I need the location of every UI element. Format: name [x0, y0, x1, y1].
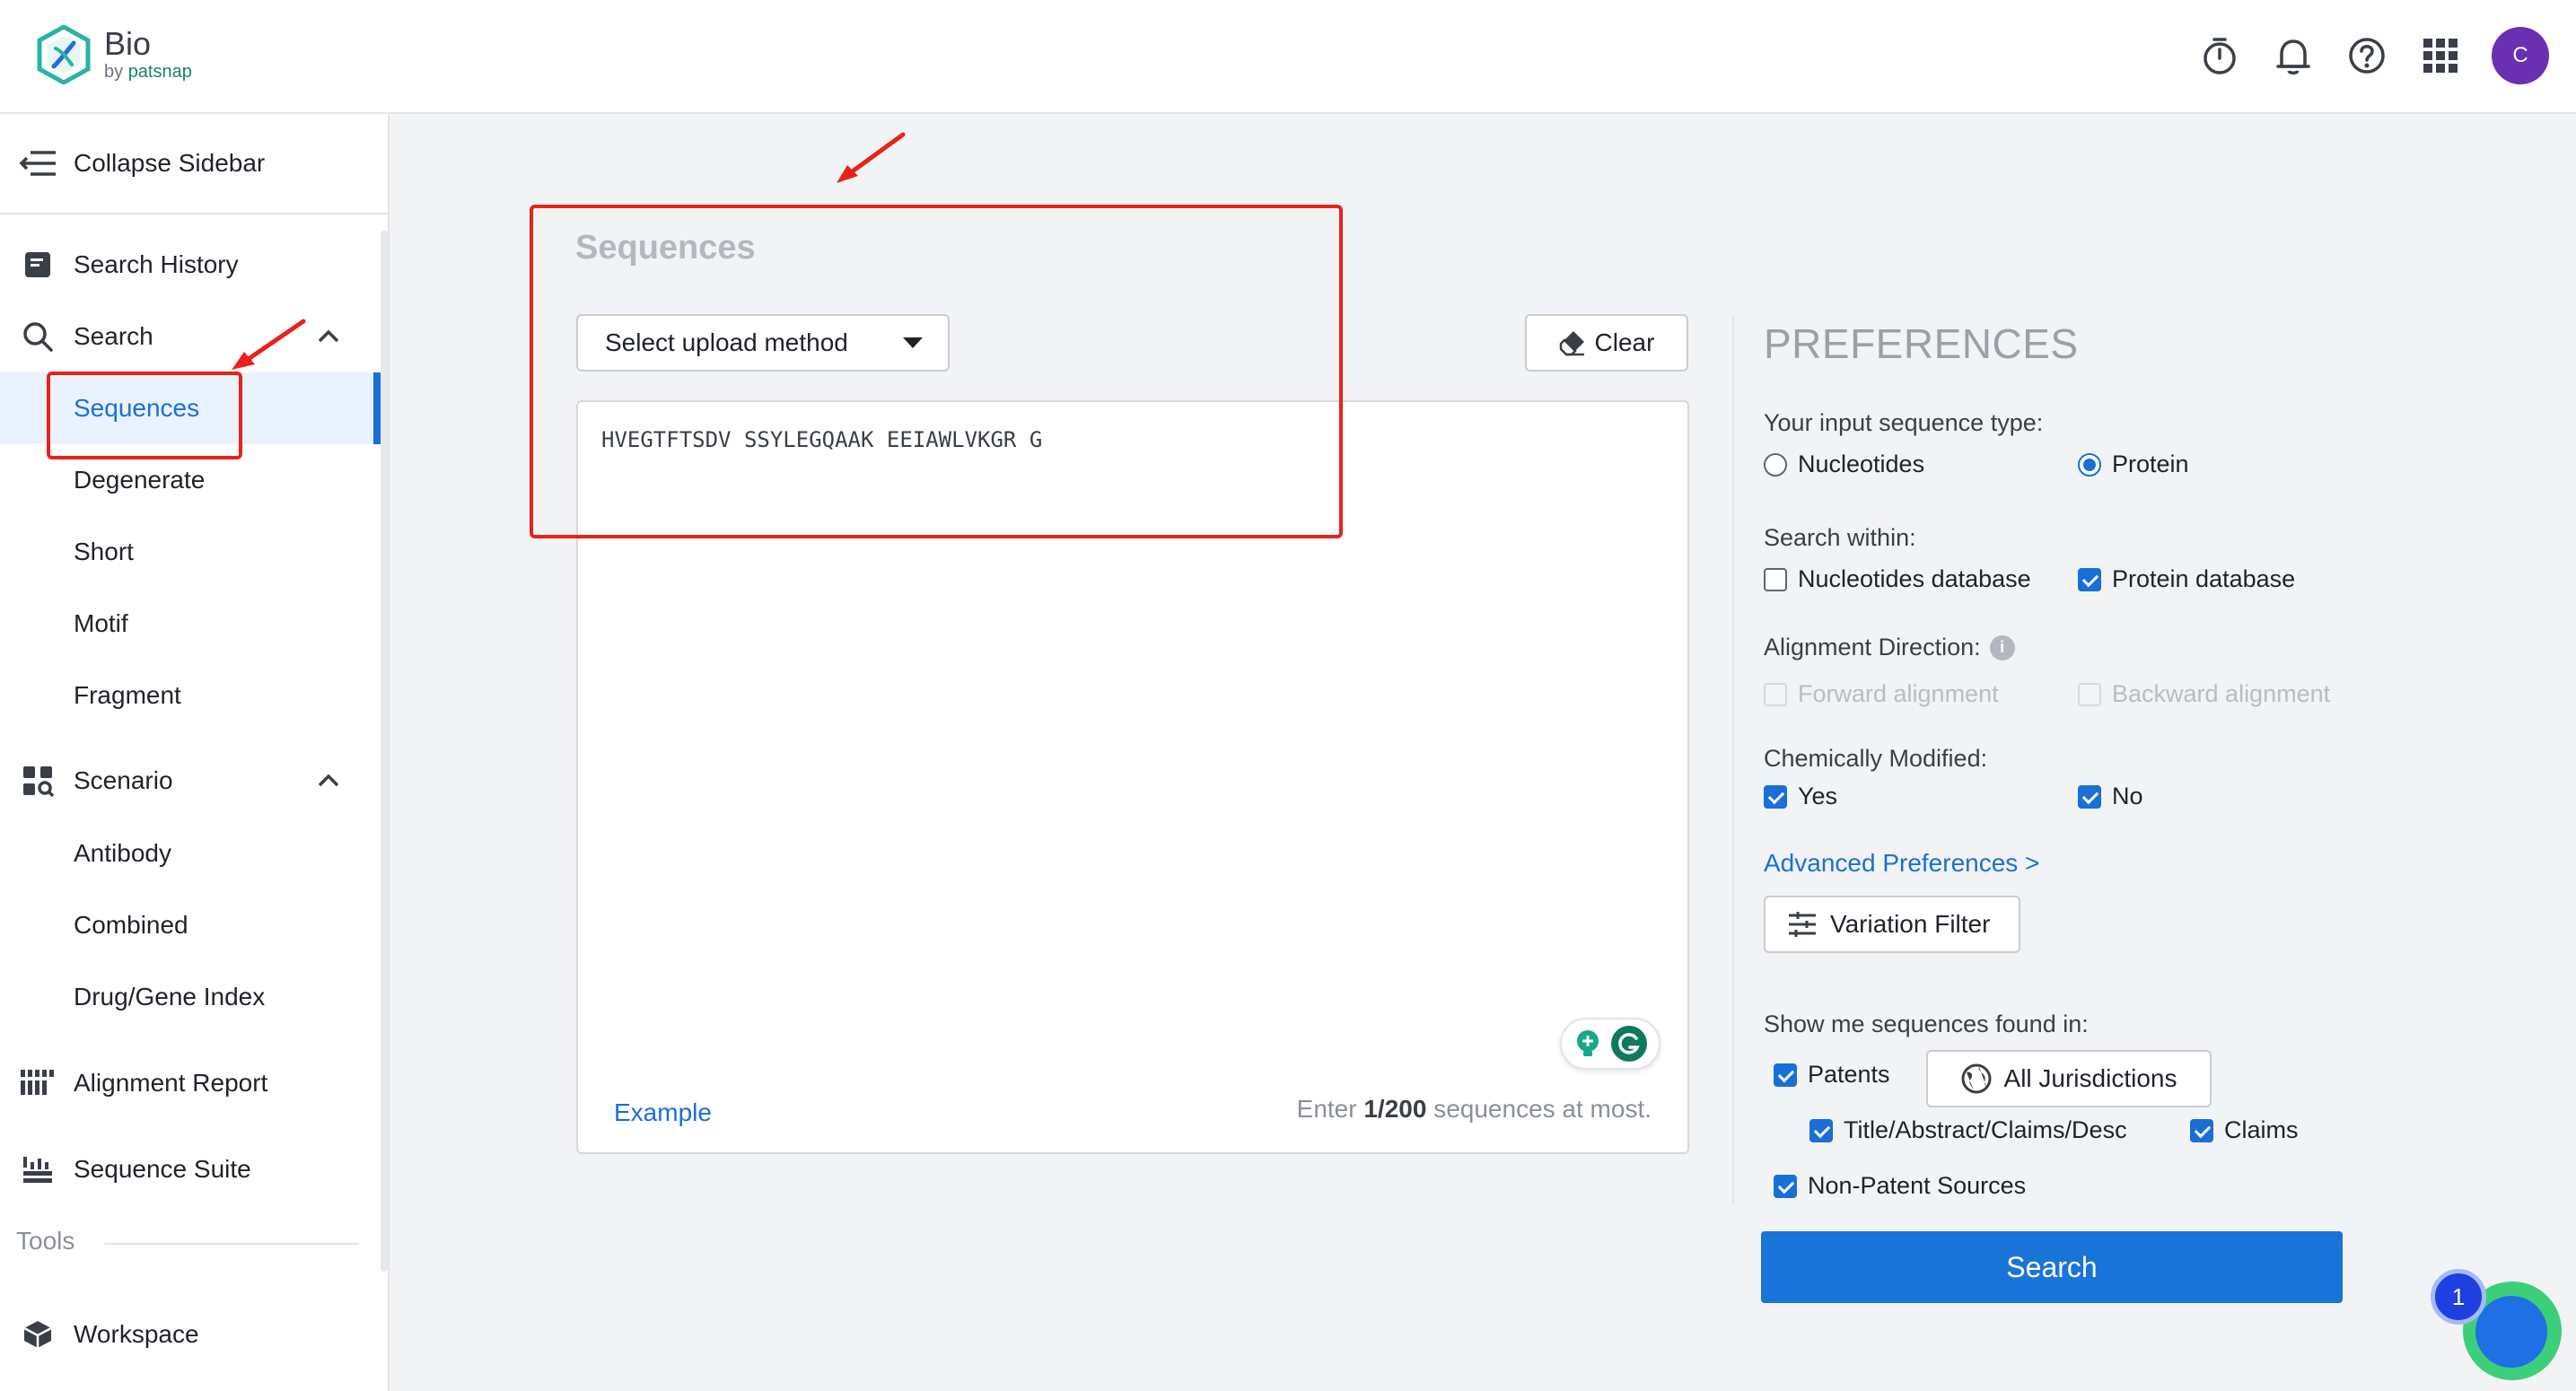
preferences-title: PREFERENCES [1764, 319, 2079, 368]
tools-section-label: Tools [16, 1227, 74, 1255]
workspace-cube-icon [18, 1315, 57, 1354]
annotation-arrow-icon [835, 131, 907, 185]
chevron-up-icon[interactable] [316, 324, 341, 349]
globe-icon [1961, 1063, 1992, 1094]
all-jurisdictions-button[interactable]: All Jurisdictions [1926, 1050, 2212, 1107]
chevron-up-icon[interactable] [316, 768, 341, 793]
sidebar-scrollbar[interactable] [381, 231, 388, 1272]
checkbox[interactable] [1774, 1063, 1797, 1087]
sidebar-item-workspace[interactable]: Workspace [0, 1299, 377, 1370]
lightbulb-icon [1572, 1028, 1604, 1060]
checkbox-backward-alignment: Backward alignment [2078, 680, 2330, 708]
checkbox[interactable] [1764, 568, 1787, 591]
notification-count-badge[interactable]: 1 [2431, 1269, 2486, 1325]
checkbox[interactable] [1764, 785, 1787, 809]
checkbox-protein-database[interactable]: Protein database [2078, 565, 2295, 593]
radio-button[interactable] [1764, 453, 1787, 477]
sidebar-item-sequence-suite[interactable]: Sequence Suite [0, 1133, 377, 1205]
clear-button[interactable]: Clear [1525, 314, 1688, 372]
scenario-grid-icon [18, 761, 57, 800]
advanced-preferences-link[interactable]: Advanced Preferences > [1764, 849, 2039, 878]
checkbox[interactable] [2190, 1119, 2213, 1142]
sidebar-item-label: Alignment Report [74, 1069, 267, 1098]
checkbox [2078, 683, 2101, 706]
sidebar-item-antibody[interactable]: Antibody [0, 818, 381, 889]
checkbox[interactable] [1774, 1175, 1797, 1198]
preferences-divider [1732, 316, 1734, 1204]
annotation-arrow-icon [230, 318, 307, 373]
radio-protein[interactable]: Protein [2078, 451, 2189, 478]
bell-icon[interactable] [2271, 33, 2316, 78]
sidebar-item-short[interactable]: Short [0, 516, 381, 588]
checkbox [1764, 683, 1787, 706]
sequence-suite-icon [18, 1150, 57, 1189]
sidebar-item-label: Workspace [74, 1320, 199, 1349]
eraser-icon [1559, 329, 1586, 356]
assistant-bubble-icon [2475, 1296, 2547, 1368]
sidebar: Collapse Sidebar Search History Search S… [0, 114, 390, 1391]
sidebar-item-alignment-report[interactable]: Alignment Report [0, 1047, 377, 1119]
collapse-sidebar-button[interactable]: Collapse Sidebar [0, 114, 388, 214]
jurisdictions-label: All Jurisdictions [2004, 1064, 2177, 1093]
history-book-icon [18, 245, 57, 284]
filter-sliders-icon [1787, 911, 1818, 938]
annotation-highlight-box [47, 372, 242, 459]
chemically-modified-label: Chemically Modified: [1764, 745, 1987, 773]
checkbox[interactable] [1809, 1119, 1833, 1142]
sidebar-item-scenario[interactable]: Scenario [0, 745, 377, 817]
apps-grid-icon[interactable] [2418, 33, 2463, 78]
collapse-icon [18, 149, 57, 178]
clear-label: Clear [1595, 328, 1655, 357]
user-avatar[interactable]: C [2492, 27, 2549, 84]
sidebar-item-fragment[interactable]: Fragment [0, 660, 381, 731]
bio-logo-icon [36, 25, 92, 84]
sidebar-item-combined[interactable]: Combined [0, 889, 381, 961]
checkbox-title-abstract-claims-desc[interactable]: Title/Abstract/Claims/Desc [1809, 1116, 2127, 1144]
grammarly-widget[interactable] [1560, 1018, 1660, 1070]
annotation-highlight-box [530, 205, 1343, 538]
checkbox-patents[interactable]: Patents [1774, 1061, 1890, 1089]
alignment-bars-icon [18, 1063, 57, 1103]
checkbox-nucleotides-database[interactable]: Nucleotides database [1764, 565, 2031, 593]
sidebar-item-label: Search History [74, 250, 239, 279]
radio-button[interactable] [2078, 453, 2101, 477]
sidebar-item-label: Search [74, 322, 153, 351]
variation-filter-label: Variation Filter [1830, 910, 1990, 939]
checkbox-chem-no[interactable]: No [2078, 783, 2143, 810]
checkbox-non-patent-sources[interactable]: Non-Patent Sources [1774, 1172, 2026, 1200]
checkbox-claims[interactable]: Claims [2190, 1116, 2299, 1144]
sidebar-item-search[interactable]: Search [0, 301, 377, 372]
collapse-sidebar-label: Collapse Sidebar [74, 149, 265, 178]
logo-subtitle: by patsnap [104, 61, 192, 83]
checkbox-chem-yes[interactable]: Yes [1764, 783, 1837, 810]
search-icon [18, 317, 57, 356]
variation-filter-button[interactable]: Variation Filter [1764, 896, 2020, 953]
checkbox[interactable] [2078, 785, 2101, 809]
example-link[interactable]: Example [614, 1098, 712, 1127]
info-icon[interactable]: i [1990, 635, 2015, 661]
logo-title: Bio [104, 27, 192, 61]
show-sequences-label: Show me sequences found in: [1764, 1010, 2089, 1038]
input-type-label: Your input sequence type: [1764, 409, 2043, 437]
sidebar-item-motif[interactable]: Motif [0, 588, 381, 660]
alignment-direction-label: Alignment Direction: i [1764, 634, 2015, 661]
radio-nucleotides[interactable]: Nucleotides [1764, 451, 1924, 478]
top-header: Bio by patsnap C [0, 0, 2576, 114]
search-button[interactable]: Search [1761, 1231, 2343, 1303]
sidebar-item-search-history[interactable]: Search History [0, 229, 377, 301]
timer-icon[interactable] [2197, 33, 2242, 78]
checkbox[interactable] [2078, 568, 2101, 591]
help-icon[interactable] [2344, 33, 2389, 78]
grammarly-g-icon [1609, 1024, 1649, 1063]
search-within-label: Search within: [1764, 524, 1916, 552]
sequence-limit-text: Enter 1/200 sequences at most. [1297, 1095, 1652, 1124]
tools-divider [104, 1243, 359, 1245]
sidebar-item-drug-gene-index[interactable]: Drug/Gene Index [0, 961, 381, 1033]
checkbox-forward-alignment: Forward alignment [1764, 680, 1999, 708]
sidebar-item-label: Sequence Suite [74, 1155, 251, 1184]
app-logo[interactable]: Bio by patsnap [36, 25, 192, 84]
sidebar-item-label: Scenario [74, 766, 173, 795]
